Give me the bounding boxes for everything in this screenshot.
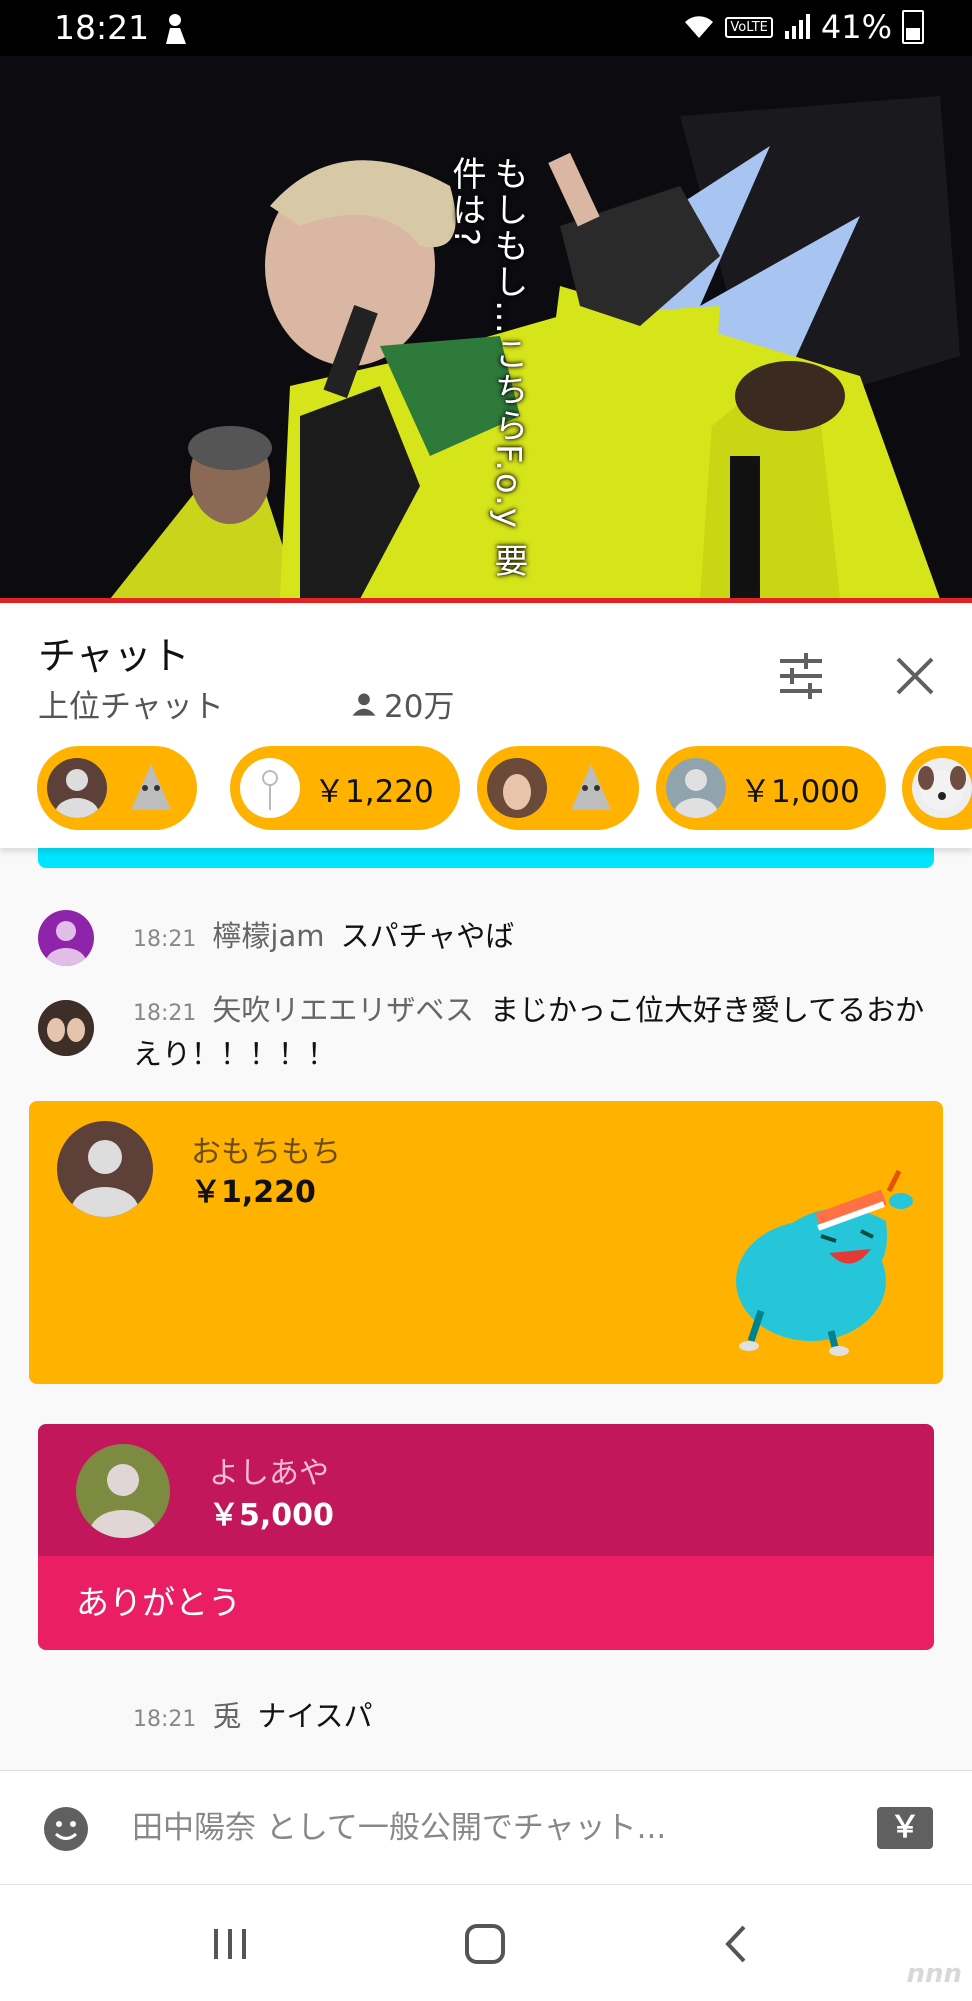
ticker-item[interactable]: ￥1,000 — [656, 746, 886, 830]
chat-list[interactable]: 18:21 檸檬jam スパチャやば 18:21 矢吹リエエリザベス まじかっこ位大好き… — [0, 848, 972, 1768]
superchat-card-message[interactable]: よしあや ￥5,000 ありがとう — [38, 1424, 934, 1650]
video-caption: もしもし…こちらF.o.y 要件は? — [446, 156, 528, 579]
avatar — [38, 910, 94, 966]
notification-icon — [160, 12, 190, 44]
ticker-item[interactable] — [477, 746, 639, 830]
avatar — [240, 758, 300, 818]
avatar — [666, 758, 726, 818]
ticker-amount: ￥1,220 — [314, 773, 434, 810]
message-author: 檸檬jam — [212, 919, 325, 953]
laughing-pear-sticker-icon — [736, 1169, 913, 1356]
message-time: 18:21 — [133, 1001, 197, 1026]
battery-percent: 41% — [820, 8, 892, 46]
avatar — [57, 1121, 153, 1217]
signal-icon — [784, 14, 810, 39]
status-indicators: VoLTE 41% — [683, 8, 924, 46]
volte-badge: VoLTE — [725, 16, 773, 38]
filter-icon[interactable] — [776, 651, 826, 701]
watermark: nnn — [906, 1959, 962, 1989]
chat-title: チャット — [38, 634, 190, 678]
wifi-icon — [685, 16, 714, 38]
avatar — [912, 758, 972, 818]
emoji-icon[interactable] — [42, 1805, 90, 1853]
close-icon[interactable] — [890, 651, 940, 701]
superchat-card[interactable]: おもちもち ￥1,220 — [29, 1101, 943, 1384]
ticker-item[interactable]: ￥1,220 — [230, 746, 460, 830]
superchat-body: ありがとう — [38, 1556, 934, 1650]
superchat-amount: ￥5,000 — [209, 1498, 334, 1533]
super-chat-yen-button[interactable]: ￥ — [877, 1807, 933, 1849]
chat-message[interactable]: 18:21 矢吹リエエリザベス まじかっこ位大好き愛してるおかえり！！！！！ — [38, 988, 938, 1071]
battery-icon — [902, 10, 924, 44]
chat-input-bar: ￥ — [0, 1770, 972, 1885]
sticker-icon — [571, 764, 611, 810]
back-icon[interactable] — [712, 1919, 762, 1969]
sticker-icon — [131, 764, 171, 810]
message-author: 矢吹リエエリザベス — [212, 993, 474, 1027]
superchat-header: よしあや ￥5,000 — [38, 1424, 934, 1556]
chat-message[interactable]: 18:21 兎ナイスパ — [38, 1696, 938, 1746]
ticker-amount: ￥1,000 — [740, 773, 860, 810]
avatar — [487, 758, 547, 818]
system-nav-bar: nnn — [0, 1884, 972, 2001]
video-player[interactable]: もしもし…こちらF.o.y 要件は? — [0, 56, 972, 599]
recents-icon[interactable] — [205, 1919, 255, 1969]
viewer-count-label: 20万 — [384, 689, 455, 725]
superchat-name: よしあや — [209, 1456, 329, 1491]
superchat-amount: ￥1,220 — [191, 1175, 316, 1210]
ticker-item[interactable] — [902, 746, 972, 830]
chat-message[interactable]: 18:21 檸檬jam スパチャやば — [38, 910, 938, 970]
avatar — [76, 1444, 170, 1538]
viewer-count: 20万 — [350, 681, 454, 726]
person-icon — [352, 693, 376, 716]
message-text: ナイスパ — [257, 1699, 373, 1733]
chat-mode-selector[interactable]: 上位チャット — [38, 681, 224, 726]
superchat-ticker: ￥1,220 ￥1,000 — [0, 743, 972, 833]
status-time: 18:21 — [54, 8, 150, 47]
message-time: 18:21 — [133, 1707, 197, 1732]
ticker-item[interactable] — [37, 746, 197, 830]
message-text: スパチャやば — [340, 919, 515, 953]
superchat-card-partial — [38, 848, 934, 868]
avatar — [47, 758, 107, 818]
status-bar: 18:21 VoLTE 41% — [0, 0, 972, 56]
superchat-message: ありがとう — [76, 1583, 241, 1622]
chat-input[interactable] — [130, 1799, 834, 1857]
message-author: 兎 — [212, 1699, 242, 1733]
avatar — [38, 1000, 94, 1056]
message-time: 18:21 — [133, 927, 197, 952]
superchat-name: おもちもち — [191, 1135, 341, 1170]
chat-header: チャット 上位チャット 20万 ￥1,220 ￥1,000 — [0, 603, 972, 848]
home-icon[interactable] — [460, 1919, 510, 1969]
